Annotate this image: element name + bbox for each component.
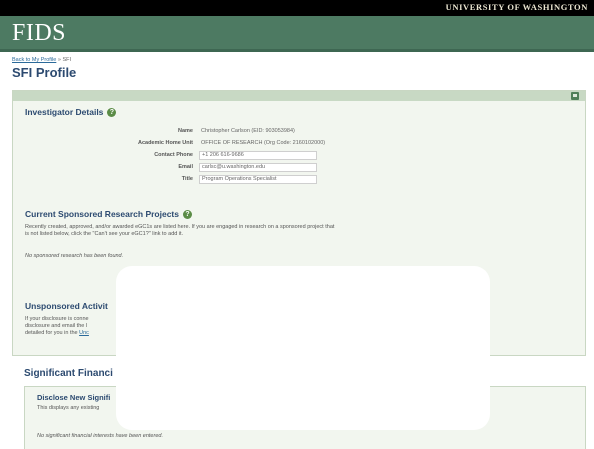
breadcrumb-separator: » (57, 57, 61, 63)
back-to-profile-link[interactable]: Back to My Profile (12, 57, 56, 63)
panel-header-bar (13, 91, 585, 101)
breadcrumb-current: SFI (62, 57, 72, 63)
app-title: FIDS (12, 20, 67, 46)
academic-home-unit-value: OFFICE OF RESEARCH (Org Code: 2160102000… (201, 140, 326, 146)
disclose-new-title: Disclose New Signifi (37, 393, 111, 402)
description-line: detailed for you in the Unc (25, 330, 89, 337)
contact-phone-input[interactable]: +1 206 616-9686 (199, 151, 317, 160)
sponsored-projects-title: Current Sponsored Research Projects (25, 209, 179, 219)
breadcrumb: Back to My Profile » SFI (12, 57, 71, 63)
help-icon[interactable]: ? (183, 210, 192, 220)
investigator-details-heading: Investigator Details? (25, 107, 117, 118)
name-value: Christopher Carlson (EID: 903053984) (201, 128, 295, 134)
help-icon[interactable]: ? (107, 108, 117, 118)
institution-name: UNIVERSITY OF WASHINGTON (445, 2, 588, 12)
page-title: SFI Profile (12, 65, 77, 80)
sponsored-projects-heading: Current Sponsored Research Projects? (25, 209, 192, 220)
unsponsored-description: If your disclosure is conne disclosure a… (25, 316, 89, 337)
no-financial-interests-message: No significant financial interests have … (37, 433, 163, 439)
description-line: is not listed below, click the "Can't se… (25, 231, 184, 237)
no-sponsored-research-message: No sponsored research has been found. (25, 253, 124, 259)
description-line: disclosure and email the l (25, 323, 88, 329)
top-bar: UNIVERSITY OF WASHINGTON (0, 0, 594, 16)
print-icon[interactable] (571, 92, 579, 100)
unsponsored-link[interactable]: Unc (79, 330, 89, 336)
significant-financial-interests-title: Significant Financi (24, 368, 113, 379)
title-label: Title (181, 176, 193, 182)
description-text: detailed for you in the (25, 330, 80, 336)
blank-overlay (116, 266, 490, 430)
unsponsored-activities-title: Unsponsored Activit (25, 301, 108, 311)
email-input[interactable]: carlsc@u.washington.edu (199, 163, 317, 172)
brand-bar: FIDS (0, 16, 594, 52)
sponsored-projects-description: Recently created, approved, and/or award… (25, 224, 575, 238)
academic-home-unit-label: Academic Home Unit (137, 140, 193, 146)
title-input[interactable]: Program Operations Specialist (199, 175, 317, 184)
contact-phone-label: Contact Phone (154, 152, 193, 158)
email-label: Email (178, 164, 193, 170)
investigator-details-title: Investigator Details (25, 107, 104, 117)
name-label: Name (178, 128, 193, 134)
description-line: Recently created, approved, and/or award… (25, 224, 335, 230)
description-line: If your disclosure is conne (25, 316, 89, 322)
disclose-description: This displays any existing (37, 405, 100, 411)
brand-bar-accent (0, 49, 594, 52)
